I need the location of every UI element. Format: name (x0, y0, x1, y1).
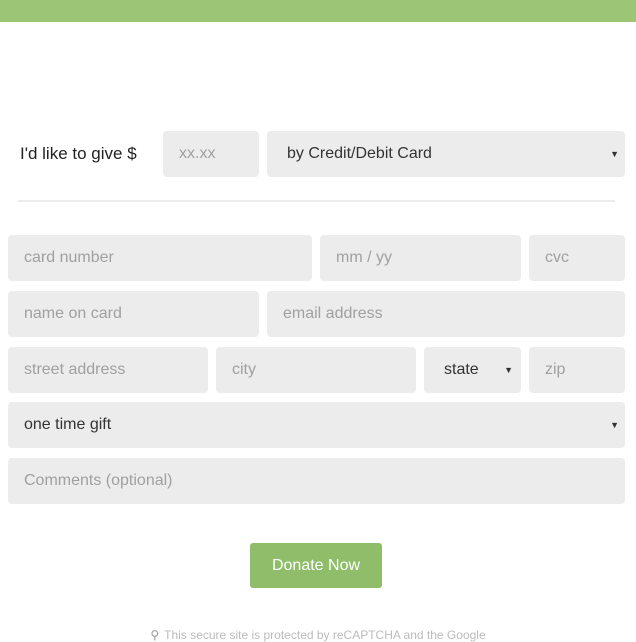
gift-frequency-select[interactable]: one time gift ▼ (8, 402, 625, 448)
cvc-input[interactable]: cvc (529, 235, 625, 281)
name-on-card-placeholder: name on card (24, 305, 122, 322)
state-value: state (444, 361, 479, 378)
email-placeholder: email address (283, 305, 383, 322)
caret-down-icon: ▼ (610, 149, 619, 159)
street-address-placeholder: street address (24, 361, 126, 378)
amount-placeholder: xx.xx (179, 145, 216, 162)
gift-frequency-value: one time gift (24, 416, 112, 433)
state-select[interactable]: state ▼ (424, 347, 521, 393)
email-input[interactable]: email address (267, 291, 625, 337)
give-label: I'd like to give $ (20, 144, 137, 163)
zip-input[interactable]: zip (529, 347, 625, 393)
zip-placeholder: zip (545, 361, 566, 378)
map-pin-icon: ⚲ (150, 628, 160, 642)
name-on-card-input[interactable]: name on card (8, 291, 259, 337)
comments-placeholder: Comments (optional) (24, 472, 173, 489)
caret-down-icon: ▼ (504, 365, 513, 375)
donate-now-button[interactable]: Donate Now (250, 543, 382, 588)
recaptcha-notice: ⚲ This secure site is protected by reCAPT… (0, 628, 636, 642)
amount-input[interactable]: xx.xx (163, 131, 259, 177)
section-divider (18, 200, 615, 202)
city-input[interactable]: city (216, 347, 416, 393)
street-address-input[interactable]: street address (8, 347, 208, 393)
card-number-input[interactable]: card number (8, 235, 312, 281)
caret-down-icon: ▼ (610, 420, 619, 430)
comments-input[interactable]: Comments (optional) (8, 458, 625, 504)
payment-method-select[interactable]: by Credit/Debit Card ▼ (267, 131, 625, 177)
top-accent-bar (0, 0, 636, 22)
cvc-placeholder: cvc (545, 249, 569, 266)
card-number-placeholder: card number (24, 249, 114, 266)
recaptcha-text: This secure site is protected by reCAPTC… (164, 628, 486, 642)
city-placeholder: city (232, 361, 256, 378)
expiry-input[interactable]: mm / yy (320, 235, 521, 281)
expiry-placeholder: mm / yy (336, 249, 392, 266)
payment-method-value: by Credit/Debit Card (287, 145, 432, 162)
